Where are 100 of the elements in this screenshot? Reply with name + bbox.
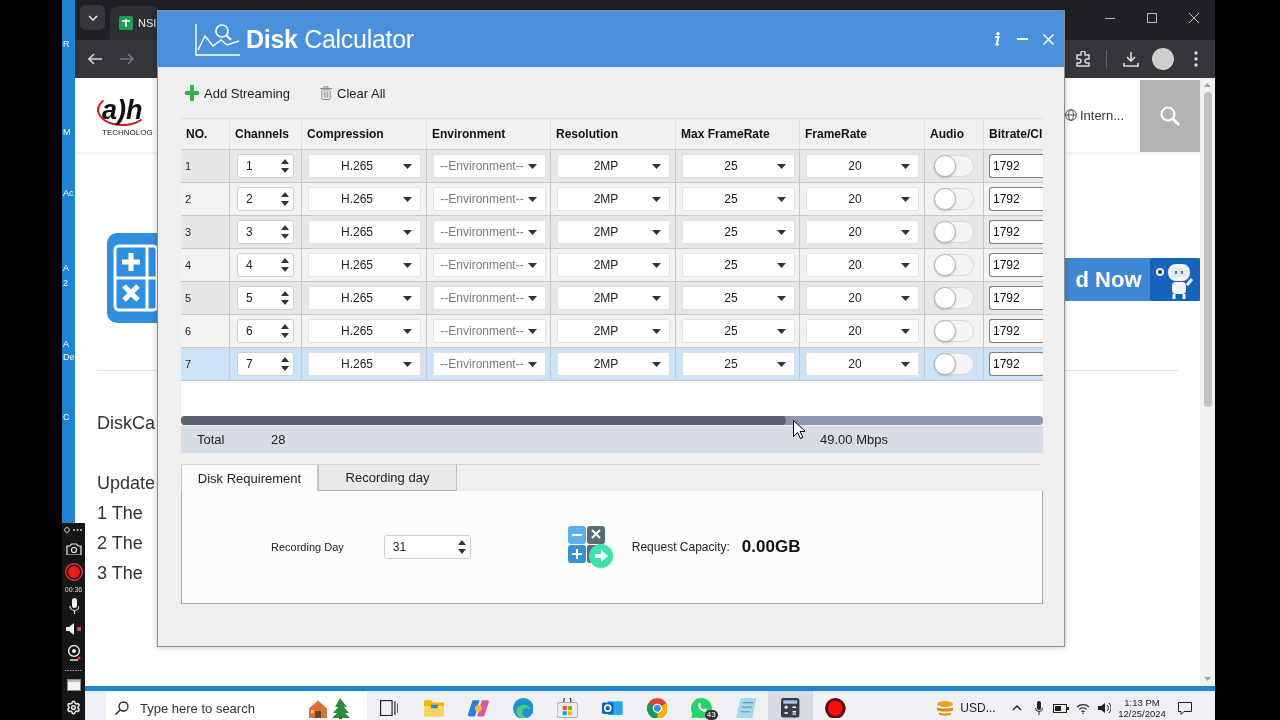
channels-spinner[interactable]: 4	[237, 253, 294, 277]
up-down-arrows-icon[interactable]	[281, 192, 289, 206]
up-down-arrows-icon[interactable]	[281, 291, 289, 305]
banner-button[interactable]: d Now	[1065, 258, 1200, 301]
framerate-dropdown[interactable]: 20	[806, 220, 919, 244]
microphone-icon[interactable]	[68, 598, 79, 614]
compression-dropdown[interactable]: H.265	[308, 187, 421, 211]
taskbar-button[interactable]	[768, 691, 813, 720]
speaker-icon[interactable]	[65, 623, 82, 635]
scrollbar-thumb[interactable]	[1203, 92, 1212, 407]
table-row[interactable]: 5 5 H.265 --Environment-- 2MP 25 20 1792	[181, 282, 1043, 315]
channels-spinner[interactable]: 1	[237, 154, 294, 178]
compression-dropdown[interactable]: H.265	[308, 319, 421, 343]
table-row[interactable]: 4 4 H.265 --Environment-- 2MP 25 20 1792	[181, 249, 1043, 282]
environment-dropdown[interactable]: --Environment--	[433, 220, 546, 244]
compression-dropdown[interactable]: H.265	[308, 286, 421, 310]
table-row[interactable]: 7 7 H.265 --Environment-- 2MP 25 20 1792	[181, 348, 1043, 381]
desktop-icon-label[interactable]: M	[63, 127, 71, 137]
up-down-arrows-icon[interactable]	[281, 225, 289, 239]
window-icon[interactable]	[66, 679, 81, 691]
resolution-dropdown[interactable]: 2MP	[557, 319, 670, 343]
audio-toggle[interactable]	[934, 188, 974, 210]
resolution-dropdown[interactable]: 2MP	[557, 352, 670, 376]
bitrate-field[interactable]: 1792	[989, 253, 1043, 277]
channels-spinner[interactable]: 7	[237, 352, 294, 376]
desktop-icon-label[interactable]: Ac	[63, 188, 74, 198]
max-framerate-dropdown[interactable]: 25	[682, 154, 795, 178]
audio-toggle[interactable]	[934, 287, 974, 309]
max-framerate-dropdown[interactable]: 25	[682, 352, 795, 376]
framerate-dropdown[interactable]: 20	[806, 187, 919, 211]
bitrate-field[interactable]: 1792	[989, 187, 1043, 211]
environment-dropdown[interactable]: --Environment--	[433, 253, 546, 277]
resolution-dropdown[interactable]: 2MP	[557, 220, 670, 244]
bitrate-field[interactable]: 1792	[989, 286, 1043, 310]
max-framerate-dropdown[interactable]: 25	[682, 253, 795, 277]
resolution-dropdown[interactable]: 2MP	[557, 253, 670, 277]
bitrate-field[interactable]: 1792	[989, 154, 1043, 178]
audio-toggle[interactable]	[934, 254, 974, 276]
vertical-scrollbar[interactable]	[1200, 78, 1215, 686]
desktop-icon-label[interactable]: A	[63, 263, 69, 273]
desktop-icon-label[interactable]: De	[63, 352, 75, 362]
search-scope-dropdown[interactable]: Intern...	[1079, 107, 1124, 123]
table-row[interactable]: 1 1 H.265 --Environment-- 2MP 25 20 1792	[181, 150, 1043, 183]
framerate-dropdown[interactable]: 20	[806, 319, 919, 343]
up-down-arrows-icon[interactable]	[457, 540, 466, 554]
compression-dropdown[interactable]: H.265	[308, 352, 421, 376]
clear-all-button[interactable]: Clear All	[318, 81, 388, 105]
bitrate-field[interactable]: 1792	[989, 319, 1043, 343]
table-row[interactable]: 6 6 H.265 --Environment-- 2MP 25 20 1792	[181, 315, 1043, 348]
tab[interactable]: Disk Requirement	[181, 465, 318, 491]
audio-toggle[interactable]	[934, 221, 974, 243]
max-framerate-dropdown[interactable]: 25	[682, 187, 795, 211]
record-icon[interactable]	[64, 563, 83, 581]
framerate-dropdown[interactable]: 20	[806, 253, 919, 277]
desktop-icon-label[interactable]: R	[63, 39, 70, 49]
framerate-dropdown[interactable]: 20	[806, 286, 919, 310]
webcam-icon[interactable]	[66, 645, 81, 661]
max-framerate-dropdown[interactable]: 25	[682, 220, 795, 244]
horizontal-scrollbar[interactable]	[181, 416, 1043, 425]
compression-dropdown[interactable]: H.265	[308, 253, 421, 277]
desktop-icon-label[interactable]: A	[63, 339, 69, 349]
bitrate-field[interactable]: 1792	[989, 352, 1043, 376]
max-framerate-dropdown[interactable]: 25	[682, 319, 795, 343]
channels-spinner[interactable]: 2	[237, 187, 294, 211]
compression-dropdown[interactable]: H.265	[308, 220, 421, 244]
compression-dropdown[interactable]: H.265	[308, 154, 421, 178]
audio-toggle[interactable]	[934, 155, 974, 177]
resolution-dropdown[interactable]: 2MP	[557, 187, 670, 211]
profile-button[interactable]	[1149, 45, 1177, 73]
taskbar-button[interactable]: 43	[679, 691, 724, 720]
table-row[interactable]: 3 3 H.265 --Environment-- 2MP 25 20 1792	[181, 216, 1043, 249]
resolution-dropdown[interactable]: 2MP	[557, 154, 670, 178]
tab-search-button[interactable]	[80, 5, 105, 30]
channels-spinner[interactable]: 3	[237, 220, 294, 244]
channels-spinner[interactable]: 5	[237, 286, 294, 310]
clock[interactable]: 1:13 PM 12/25/2024	[1114, 691, 1170, 720]
framerate-dropdown[interactable]: 20	[806, 154, 919, 178]
resolution-dropdown[interactable]: 2MP	[557, 286, 670, 310]
scrollbar-thumb[interactable]	[181, 416, 786, 425]
add-streaming-button[interactable]: Add Streaming	[183, 81, 292, 105]
max-framerate-dropdown[interactable]: 25	[682, 286, 795, 310]
up-down-arrows-icon[interactable]	[281, 159, 289, 173]
desktop-icon-label[interactable]: 2	[63, 278, 68, 288]
environment-dropdown[interactable]: --Environment--	[433, 286, 546, 310]
up-down-arrows-icon[interactable]	[281, 258, 289, 272]
table-row[interactable]: 2 2 H.265 --Environment-- 2MP 25 20 1792	[181, 183, 1043, 216]
recording-day-spinner[interactable]: 31	[383, 535, 471, 559]
environment-dropdown[interactable]: --Environment--	[433, 154, 546, 178]
environment-dropdown[interactable]: --Environment--	[433, 187, 546, 211]
bitrate-field[interactable]: 1792	[989, 220, 1043, 244]
search-field[interactable]: Type here to search	[106, 691, 367, 720]
gear-icon[interactable]	[66, 699, 81, 715]
up-down-arrows-icon[interactable]	[281, 357, 289, 371]
audio-toggle[interactable]	[934, 353, 974, 375]
up-down-arrows-icon[interactable]	[281, 324, 289, 338]
camera-icon[interactable]	[65, 543, 82, 555]
tab[interactable]: Recording day	[318, 465, 457, 491]
audio-toggle[interactable]	[934, 320, 974, 342]
desktop-icon-label[interactable]: C	[63, 412, 70, 422]
environment-dropdown[interactable]: --Environment--	[433, 352, 546, 376]
